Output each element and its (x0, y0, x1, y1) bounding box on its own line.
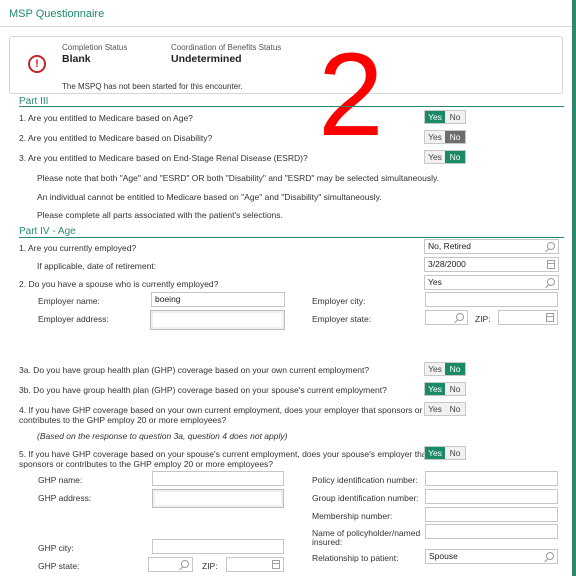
retirement-date-field[interactable]: 3/28/2000 (424, 257, 559, 272)
employment-status-field[interactable]: No, Retired (424, 239, 559, 254)
part3-q2-no[interactable]: No (445, 131, 465, 143)
calendar-icon[interactable] (546, 313, 554, 322)
right-scroll-edge (572, 0, 576, 576)
part3-q2-text: 2. Are you entitled to Medicare based on… (19, 133, 213, 143)
employer-city-input[interactable] (425, 292, 558, 307)
completion-status-value: Blank (62, 53, 91, 65)
part-3-divider (19, 106, 564, 107)
employer-zip-input[interactable] (498, 310, 558, 325)
part-4-divider (19, 237, 564, 238)
employer-state-label: Employer state: (312, 314, 372, 324)
part4-q5-toggle[interactable]: Yes No (424, 446, 466, 460)
part3-note-3: Please complete all parts associated wit… (37, 210, 283, 220)
spouse-employed-field[interactable]: Yes (424, 275, 559, 290)
part3-q1-toggle[interactable]: Yes No (424, 110, 466, 124)
part4-q5-no[interactable]: No (445, 447, 465, 459)
search-icon[interactable] (456, 313, 464, 321)
ghp-address-label: GHP address: (38, 493, 92, 503)
employer-address-input[interactable] (150, 310, 285, 330)
part4-q3b-toggle[interactable]: Yes No (424, 382, 466, 396)
part4-q5-line1: 5. If you have GHP coverage based on you… (19, 449, 429, 459)
title-bar: MSP Questionnaire (0, 0, 576, 27)
membership-label: Membership number: (312, 511, 393, 521)
part4-q4-line2: contributes to the GHP employ 20 or more… (19, 415, 227, 425)
search-icon[interactable] (181, 560, 189, 568)
ghp-zip-input[interactable] (226, 557, 284, 572)
overlay-number: 2 (318, 29, 384, 161)
part4-q3b-text: 3b. Do you have group health plan (GHP) … (19, 385, 387, 395)
part4-q4-note: (Based on the response to question 3a, q… (37, 431, 288, 441)
part3-q2-yes[interactable]: Yes (425, 131, 445, 143)
employer-name-value: boeing (155, 294, 181, 304)
cob-status-value: Undetermined (171, 53, 242, 65)
employer-state-input[interactable] (425, 310, 468, 325)
employer-name-label: Employer name: (38, 296, 100, 306)
policy-id-label: Policy identification number: (312, 475, 418, 485)
ghp-state-label: GHP state: (38, 561, 80, 571)
part4-q5-yes[interactable]: Yes (425, 447, 445, 459)
policy-id-input[interactable] (425, 471, 558, 486)
part3-q1-no[interactable]: No (445, 111, 465, 123)
part4-q3a-toggle[interactable]: Yes No (424, 362, 466, 376)
employer-zip-label: ZIP: (475, 314, 491, 324)
employer-address-label: Employer address: (38, 314, 109, 324)
part4-q2-text: 2. Do you have a spouse who is currently… (19, 279, 219, 289)
cob-status-label: Coordination of Benefits Status (171, 43, 282, 52)
employment-status-value: No, Retired (428, 241, 471, 251)
search-icon[interactable] (547, 242, 555, 250)
spouse-employed-value: Yes (428, 277, 442, 287)
relationship-label: Relationship to patient: (312, 553, 399, 563)
part3-q3-toggle[interactable]: Yes No (424, 150, 466, 164)
relationship-field[interactable]: Spouse (425, 549, 558, 564)
ghp-city-label: GHP city: (38, 543, 74, 553)
part4-q4-toggle[interactable]: Yes No (424, 402, 466, 416)
retirement-date-value: 3/28/2000 (428, 259, 466, 269)
part4-q4-line1: 4. If you have GHP coverage based on you… (19, 405, 423, 415)
part3-q1-text: 1. Are you entitled to Medicare based on… (19, 113, 193, 123)
employer-name-input[interactable]: boeing (151, 292, 285, 307)
ghp-name-label: GHP name: (38, 475, 83, 485)
window-title: MSP Questionnaire (9, 8, 105, 20)
ghp-zip-label: ZIP: (202, 561, 218, 571)
group-id-label: Group identification number: (312, 493, 419, 503)
part4-q5-line2: sponsors or contributes to the GHP emplo… (19, 459, 274, 469)
part4-q4-no[interactable]: No (445, 403, 465, 415)
policyholder-label-line2: insured: (312, 537, 343, 547)
calendar-icon[interactable] (547, 260, 555, 269)
part3-note-2: An individual cannot be entitled to Medi… (37, 192, 382, 202)
part4-q3a-no[interactable]: No (445, 363, 465, 375)
part3-q3-no[interactable]: No (445, 151, 465, 163)
part3-q1-yes[interactable]: Yes (425, 111, 445, 123)
employer-city-label: Employer city: (312, 296, 366, 306)
part3-q2-toggle[interactable]: Yes No (424, 130, 466, 144)
calendar-icon[interactable] (272, 560, 280, 569)
part4-q3b-yes[interactable]: Yes (425, 383, 445, 395)
search-icon[interactable] (547, 278, 555, 286)
retirement-date-text: If applicable, date of retirement: (37, 261, 157, 271)
search-icon[interactable] (546, 552, 554, 560)
part3-note-1: Please note that both "Age" and "ESRD" O… (37, 173, 439, 183)
status-panel: ! Completion Status Blank Coordination o… (9, 36, 563, 94)
group-id-input[interactable] (425, 489, 558, 504)
part4-q3a-yes[interactable]: Yes (425, 363, 445, 375)
part4-q4-yes[interactable]: Yes (425, 403, 445, 415)
ghp-state-input[interactable] (148, 557, 193, 572)
alert-icon: ! (28, 55, 46, 73)
status-message: The MSPQ has not been started for this e… (62, 82, 243, 91)
ghp-name-input[interactable] (152, 471, 284, 486)
part3-q3-yes[interactable]: Yes (425, 151, 445, 163)
ghp-city-input[interactable] (152, 539, 284, 554)
completion-status-label: Completion Status (62, 43, 128, 52)
part3-q3-text: 3. Are you entitled to Medicare based on… (19, 153, 308, 163)
ghp-address-input[interactable] (152, 489, 284, 508)
part4-q3a-text: 3a. Do you have group health plan (GHP) … (19, 365, 370, 375)
part-4-heading: Part IV - Age (19, 226, 76, 237)
part4-q3b-no[interactable]: No (445, 383, 465, 395)
policyholder-input[interactable] (425, 524, 558, 539)
membership-input[interactable] (425, 507, 558, 522)
part4-q1-text: 1. Are you currently employed? (19, 243, 137, 253)
relationship-value: Spouse (429, 551, 458, 561)
